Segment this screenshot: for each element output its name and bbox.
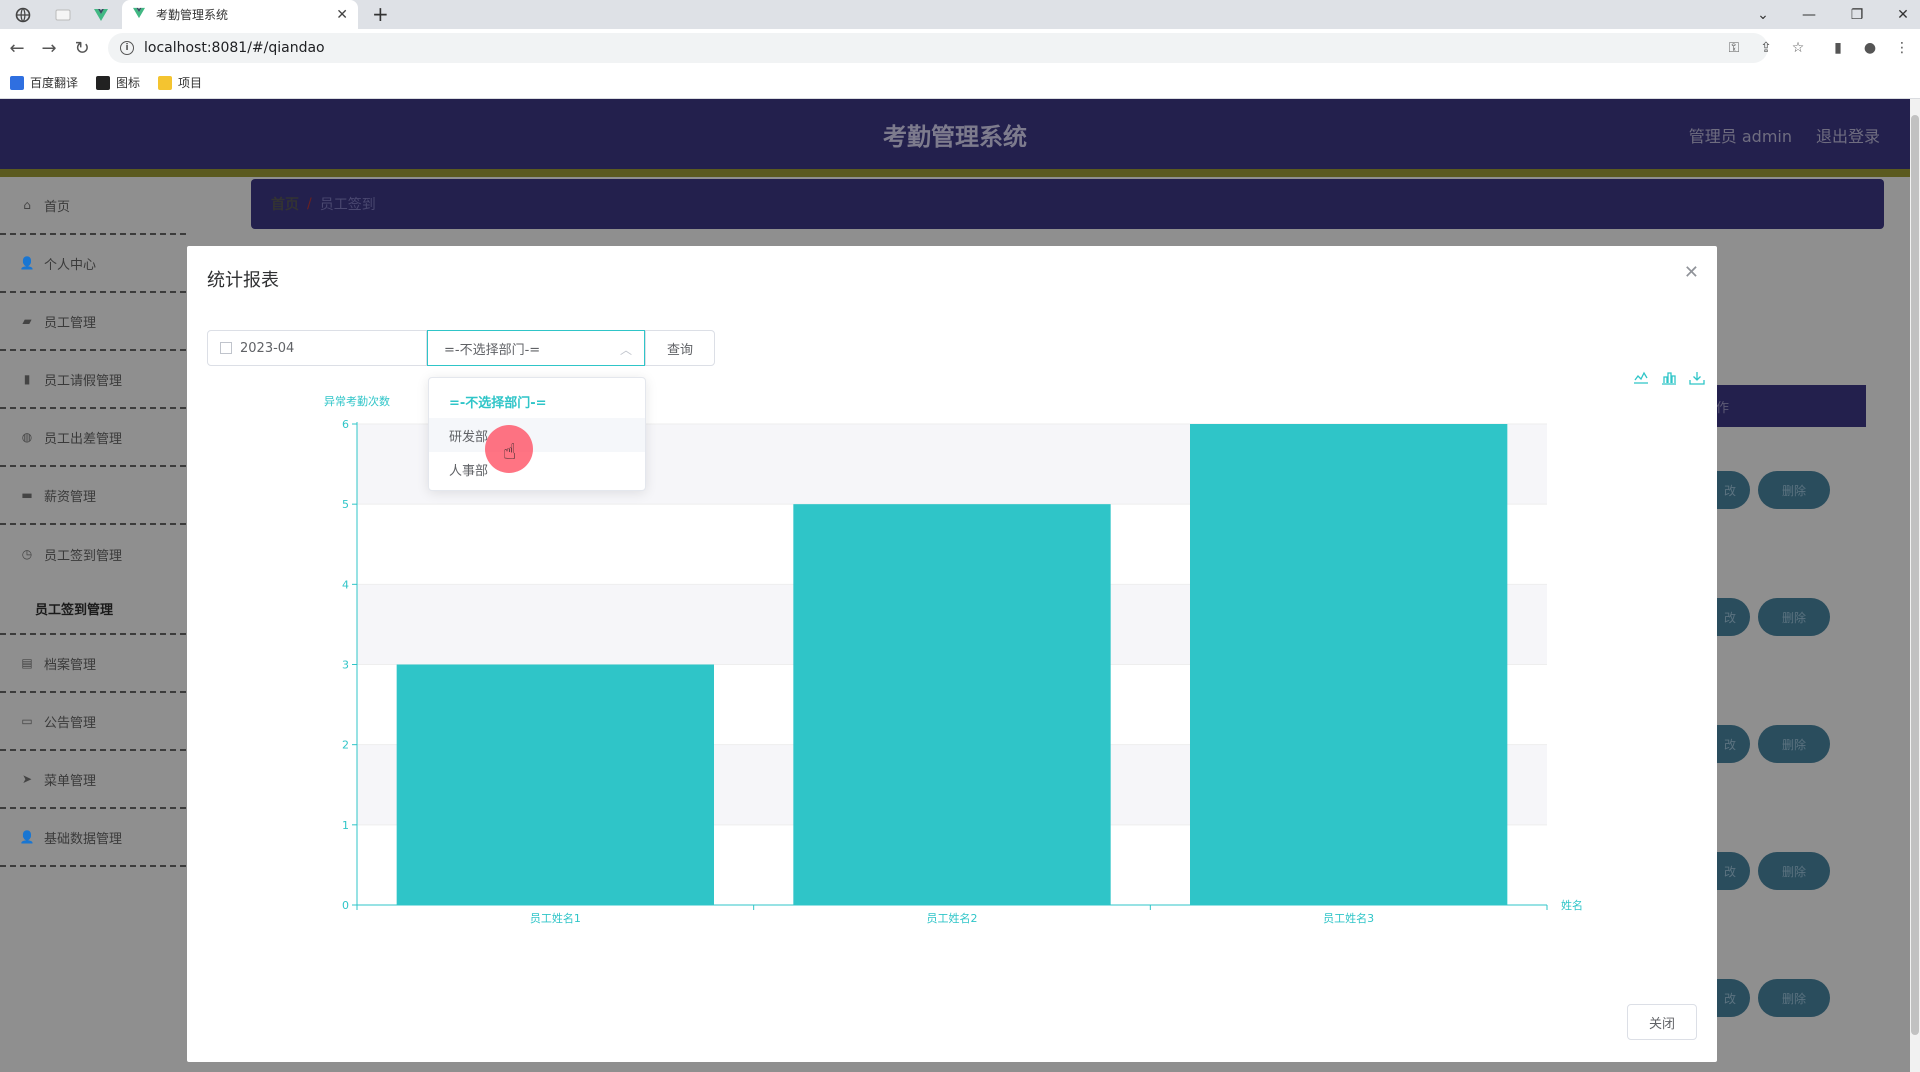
delete-button[interactable]: 删除 xyxy=(1758,598,1830,636)
statistics-dialog: 统计报表 ✕ 2023-04 =-不选择部门-= ︿ 查询 0 1 2 3 4 5 6 员工姓… xyxy=(187,246,1717,1062)
menu-kebab-icon[interactable]: ⋮ xyxy=(1894,40,1910,56)
sidebar-item-leave[interactable]: ▮ 员工请假管理 xyxy=(0,351,186,409)
folder-icon xyxy=(158,75,173,90)
bar xyxy=(793,504,1111,905)
sidebar-item-basedata[interactable]: 👤 基础数据管理 xyxy=(0,809,186,867)
bar xyxy=(396,664,714,905)
sidebar-item-salary[interactable]: ▬ 薪资管理 xyxy=(0,467,186,525)
bookmarks-bar: 百度翻译 图标 项目 xyxy=(0,67,1920,99)
dropdown-option-none[interactable]: =-不选择部门-= xyxy=(429,384,645,418)
share-icon[interactable]: ⇪ xyxy=(1758,40,1774,56)
y-tick-label: 6 xyxy=(342,418,349,431)
wallet-icon: ▬ xyxy=(21,488,33,502)
home-icon: ⌂ xyxy=(23,198,31,212)
y-tick-label: 3 xyxy=(342,659,349,672)
sidebar-item-menu[interactable]: ➤ 菜单管理 xyxy=(0,751,186,809)
bar-chart: 0 1 2 3 4 5 6 员工姓名1 员工姓名2 员工姓名3 异常考勤次数姓名 xyxy=(324,394,1583,925)
browser-tabstrip: 考勤管理系统 ✕ + ⌄ — ❐ ✕ xyxy=(0,0,1920,29)
forward-arrow-icon[interactable]: → xyxy=(38,37,60,59)
key-icon[interactable]: ⚿ xyxy=(1726,40,1742,56)
y-tick-label: 1 xyxy=(342,819,349,832)
bookmark-icons[interactable]: 图标 xyxy=(96,74,140,91)
side-panel-icon[interactable]: ▮ xyxy=(1830,40,1846,56)
app-header: 考勤管理系统 管理员 admin 退出登录 xyxy=(0,99,1910,169)
delete-button[interactable]: 删除 xyxy=(1758,471,1830,509)
sidebar-subitem-checkin[interactable]: 员工签到管理 xyxy=(0,583,186,635)
pinned-tab-vue-icon[interactable] xyxy=(84,0,118,29)
browser-toolbar: ← → ↻ i localhost:8081/#/qiandao ⚿ ⇪ ☆ ▮… xyxy=(0,29,1920,67)
x-tick-label: 员工姓名3 xyxy=(1323,911,1374,925)
sidebar-item-employees[interactable]: ▰ 员工管理 xyxy=(0,293,186,351)
delete-button[interactable]: 删除 xyxy=(1758,979,1830,1017)
hand-cursor-icon: ☝ xyxy=(503,440,517,465)
delete-button[interactable]: 删除 xyxy=(1758,852,1830,890)
send-icon: ➤ xyxy=(21,772,33,786)
admin-user-label: 管理员 admin xyxy=(1688,127,1792,146)
sidebar-item-business-trip[interactable]: ◍ 员工出差管理 xyxy=(0,409,186,467)
sidebar-item-checkin[interactable]: ◷ 员工签到管理 xyxy=(0,525,186,583)
sidebar: ⌂ 首页 👤 个人中心 ▰ 员工管理 ▮ 员工请假管理 ◍ 员工出差管理 ▬ 薪… xyxy=(0,177,186,1072)
image-icon xyxy=(96,75,111,90)
site-info-icon[interactable]: i xyxy=(120,41,134,55)
sidebar-item-profile[interactable]: 👤 个人中心 xyxy=(0,235,186,293)
department-dropdown: =-不选择部门-= 研发部 人事部 xyxy=(428,377,646,491)
pinned-tab-window-icon[interactable] xyxy=(46,0,80,29)
y-tick-label: 2 xyxy=(342,739,349,752)
briefcase-icon: ▰ xyxy=(22,314,32,328)
window-close-button[interactable]: ✕ xyxy=(1880,0,1920,29)
dropdown-option-hr[interactable]: 人事部 xyxy=(429,452,645,486)
logout-link[interactable]: 退出登录 xyxy=(1816,123,1880,147)
x-axis-title: 姓名 xyxy=(1561,898,1583,912)
y-tick-label: 0 xyxy=(342,899,349,912)
vue-logo-icon xyxy=(132,7,146,23)
breadcrumb-separator: / xyxy=(307,196,312,212)
y-tick-label: 5 xyxy=(342,498,349,511)
breadcrumb: 首页 / 员工签到 xyxy=(251,179,1884,229)
tab-title: 考勤管理系统 xyxy=(156,8,229,22)
monitor-icon: ▭ xyxy=(21,714,33,728)
x-tick-label: 员工姓名2 xyxy=(927,911,978,925)
y-tick-label: 4 xyxy=(342,578,349,591)
delete-button[interactable]: 删除 xyxy=(1758,725,1830,763)
y-axis-title: 异常考勤次数 xyxy=(324,394,390,408)
sidebar-item-archive[interactable]: ▤ 档案管理 xyxy=(0,635,186,693)
system-title: 考勤管理系统 xyxy=(883,123,1027,151)
reload-icon[interactable]: ↻ xyxy=(71,37,93,59)
close-button[interactable]: 关闭 xyxy=(1627,1004,1697,1040)
pinned-tab-globe-icon[interactable] xyxy=(6,0,40,29)
clipboard-icon: ▤ xyxy=(21,656,33,670)
page-scrollbar[interactable] xyxy=(1910,99,1920,1072)
url-text: localhost:8081/#/qiandao xyxy=(144,40,325,56)
breadcrumb-current: 员工签到 xyxy=(319,197,376,213)
address-bar[interactable]: i localhost:8081/#/qiandao xyxy=(108,33,1768,63)
dropdown-option-rd[interactable]: 研发部 xyxy=(429,418,645,452)
bookmark-baidu-translate[interactable]: 百度翻译 xyxy=(10,74,78,91)
bar-chart-icon: ▮ xyxy=(23,372,31,386)
user-icon: 👤 xyxy=(19,256,35,270)
scrollbar-thumb[interactable] xyxy=(1911,115,1919,1035)
clock-icon: ◷ xyxy=(21,547,33,561)
profile-avatar-icon[interactable]: ● xyxy=(1862,40,1878,56)
sidebar-item-notice[interactable]: ▭ 公告管理 xyxy=(0,693,186,751)
minimize-button[interactable]: — xyxy=(1786,0,1832,29)
back-arrow-icon[interactable]: ← xyxy=(6,37,28,59)
translate-icon xyxy=(10,75,24,90)
breadcrumb-home[interactable]: 首页 xyxy=(271,194,299,214)
header-accent-bar xyxy=(0,169,1910,177)
tab-search-chevron-icon[interactable]: ⌄ xyxy=(1740,0,1786,29)
active-tab[interactable]: 考勤管理系统 ✕ xyxy=(122,0,358,29)
new-tab-button[interactable]: + xyxy=(372,2,389,26)
x-tick-label: 员工姓名1 xyxy=(530,911,581,925)
user-icon: 👤 xyxy=(19,830,35,844)
bookmark-project[interactable]: 项目 xyxy=(158,74,202,91)
globe-icon: ◍ xyxy=(21,430,33,444)
restore-button[interactable]: ❐ xyxy=(1834,0,1880,29)
sidebar-item-home[interactable]: ⌂ 首页 xyxy=(0,177,186,235)
star-icon[interactable]: ☆ xyxy=(1790,40,1806,56)
tab-close-icon[interactable]: ✕ xyxy=(336,7,348,23)
bar xyxy=(1190,424,1508,905)
